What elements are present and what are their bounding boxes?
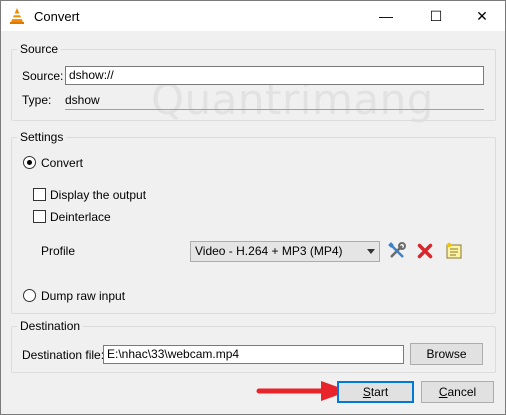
destination-file-label: Destination file: <box>22 348 105 362</box>
cancel-button-label: Cancel <box>438 385 477 399</box>
minimize-button[interactable]: — <box>363 1 409 31</box>
settings-legend: Settings <box>17 130 67 144</box>
type-label: Type: <box>22 93 52 107</box>
profile-label: Profile <box>41 244 76 258</box>
profile-selected-value: Video - H.264 + MP3 (MP4) <box>195 244 343 258</box>
minimize-icon: — <box>379 8 393 24</box>
browse-button[interactable]: Browse <box>410 343 483 365</box>
destination-file-input[interactable]: E:\nhac\33\webcam.mp4 <box>103 345 404 364</box>
cancel-button[interactable]: Cancel <box>421 381 494 403</box>
edit-profile-button[interactable] <box>386 240 408 262</box>
new-document-icon <box>446 242 462 259</box>
delete-profile-button[interactable] <box>414 240 436 262</box>
close-button[interactable]: ✕ <box>459 1 505 31</box>
convert-radio-label[interactable]: Convert <box>41 156 83 170</box>
deinterlace-label[interactable]: Deinterlace <box>50 210 111 224</box>
maximize-icon: ☐ <box>429 7 443 24</box>
settings-group <box>11 137 496 314</box>
display-output-label[interactable]: Display the output <box>50 188 146 202</box>
source-input[interactable]: dshow:// <box>65 66 484 85</box>
profile-dropdown[interactable]: Video - H.264 + MP3 (MP4) <box>190 241 380 262</box>
delete-x-icon <box>417 243 433 259</box>
vlc-cone-icon <box>10 8 24 24</box>
new-profile-button[interactable] <box>443 240 465 262</box>
type-value: dshow <box>65 93 100 107</box>
start-button[interactable]: Start <box>337 381 414 403</box>
source-legend: Source <box>17 42 62 56</box>
dump-raw-label[interactable]: Dump raw input <box>41 289 125 303</box>
source-group <box>11 49 496 121</box>
start-button-label: Start <box>362 385 389 399</box>
dump-raw-radio[interactable] <box>23 289 36 302</box>
window-title: Convert <box>34 9 80 24</box>
convert-dialog: Convert — ☐ ✕ Quantrimang Source Source:… <box>0 0 506 415</box>
source-label: Source: <box>22 69 64 83</box>
convert-radio[interactable] <box>23 156 36 169</box>
destination-legend: Destination <box>17 319 84 333</box>
title-bar[interactable]: Convert — ☐ ✕ <box>1 1 505 31</box>
source-divider <box>65 109 484 110</box>
tools-icon <box>388 242 406 258</box>
display-output-checkbox[interactable] <box>33 188 46 201</box>
chevron-down-icon <box>367 249 375 254</box>
deinterlace-checkbox[interactable] <box>33 210 46 223</box>
close-icon: ✕ <box>476 7 488 24</box>
maximize-button[interactable]: ☐ <box>413 1 459 31</box>
